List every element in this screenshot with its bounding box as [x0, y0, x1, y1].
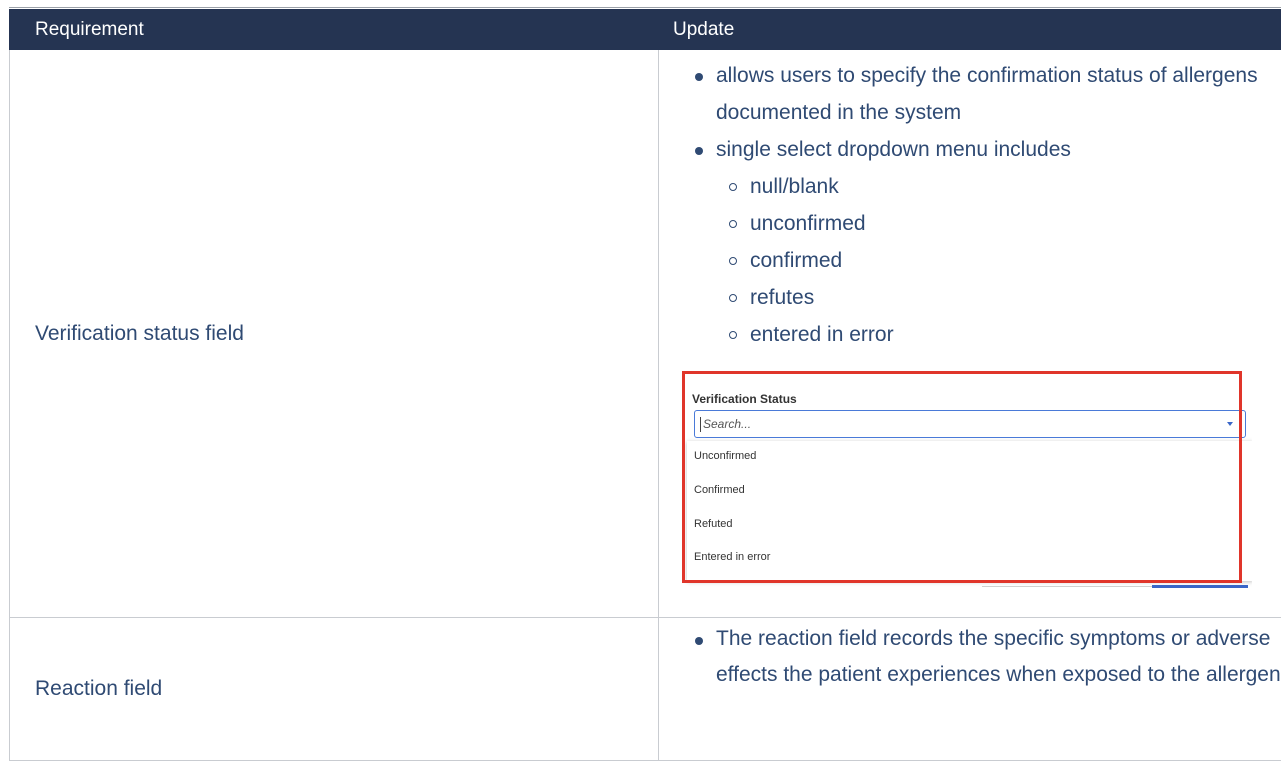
sub-bullet-item: refutes: [716, 279, 1281, 316]
update-bullet-list: The reaction field records the specific …: [659, 621, 1281, 693]
sub-bullet-item: null/blank: [716, 168, 1281, 205]
sub-bullet-item: confirmed: [716, 242, 1281, 279]
screenshot-button-edge: [1152, 585, 1248, 588]
requirement-cell: Reaction field: [10, 618, 659, 761]
update-bullet-list: allows users to specify the confirmation…: [659, 57, 1281, 353]
verification-status-select: Search...: [694, 410, 1246, 438]
sub-bullet-item: unconfirmed: [716, 205, 1281, 242]
table-header-row: Requirement Update: [10, 10, 1281, 50]
dropdown-option: Entered in error: [694, 551, 770, 563]
bullet-item: allows users to specify the confirmation…: [659, 57, 1281, 131]
verification-status-label: Verification Status: [692, 392, 797, 406]
dropdown-option: Unconfirmed: [694, 450, 756, 462]
bullet-item: single select dropdown menu includes nul…: [659, 131, 1281, 353]
dropdown-option: Refuted: [694, 518, 733, 530]
dropdown-option: Confirmed: [694, 484, 745, 496]
requirement-cell: Verification status field: [10, 50, 659, 618]
update-cell: The reaction field records the specific …: [659, 618, 1281, 761]
dropdown-menu: Unconfirmed Confirmed Refuted Entered in…: [687, 441, 1252, 581]
text-caret: [700, 417, 701, 432]
bullet-item: The reaction field records the specific …: [659, 621, 1281, 693]
header-requirement: Requirement: [10, 10, 659, 50]
sub-bullet-list: null/blank unconfirmed confirmed refutes…: [716, 168, 1281, 353]
chevron-down-icon: [1227, 422, 1233, 426]
sub-bullet-item: entered in error: [716, 316, 1281, 353]
table-row: Reaction field The reaction field record…: [10, 618, 1281, 761]
update-cell: allows users to specify the confirmation…: [659, 50, 1281, 618]
page: Requirement Update Verification status f…: [0, 0, 1281, 751]
search-placeholder: Search...: [703, 417, 751, 431]
verification-status-screenshot: Verification Status Search... Unconfirme…: [682, 371, 1252, 591]
requirements-table: Requirement Update Verification status f…: [9, 9, 1281, 761]
top-rule: [9, 7, 1281, 8]
header-update: Update: [659, 10, 1281, 50]
table-row: Verification status field allows users t…: [10, 50, 1281, 618]
